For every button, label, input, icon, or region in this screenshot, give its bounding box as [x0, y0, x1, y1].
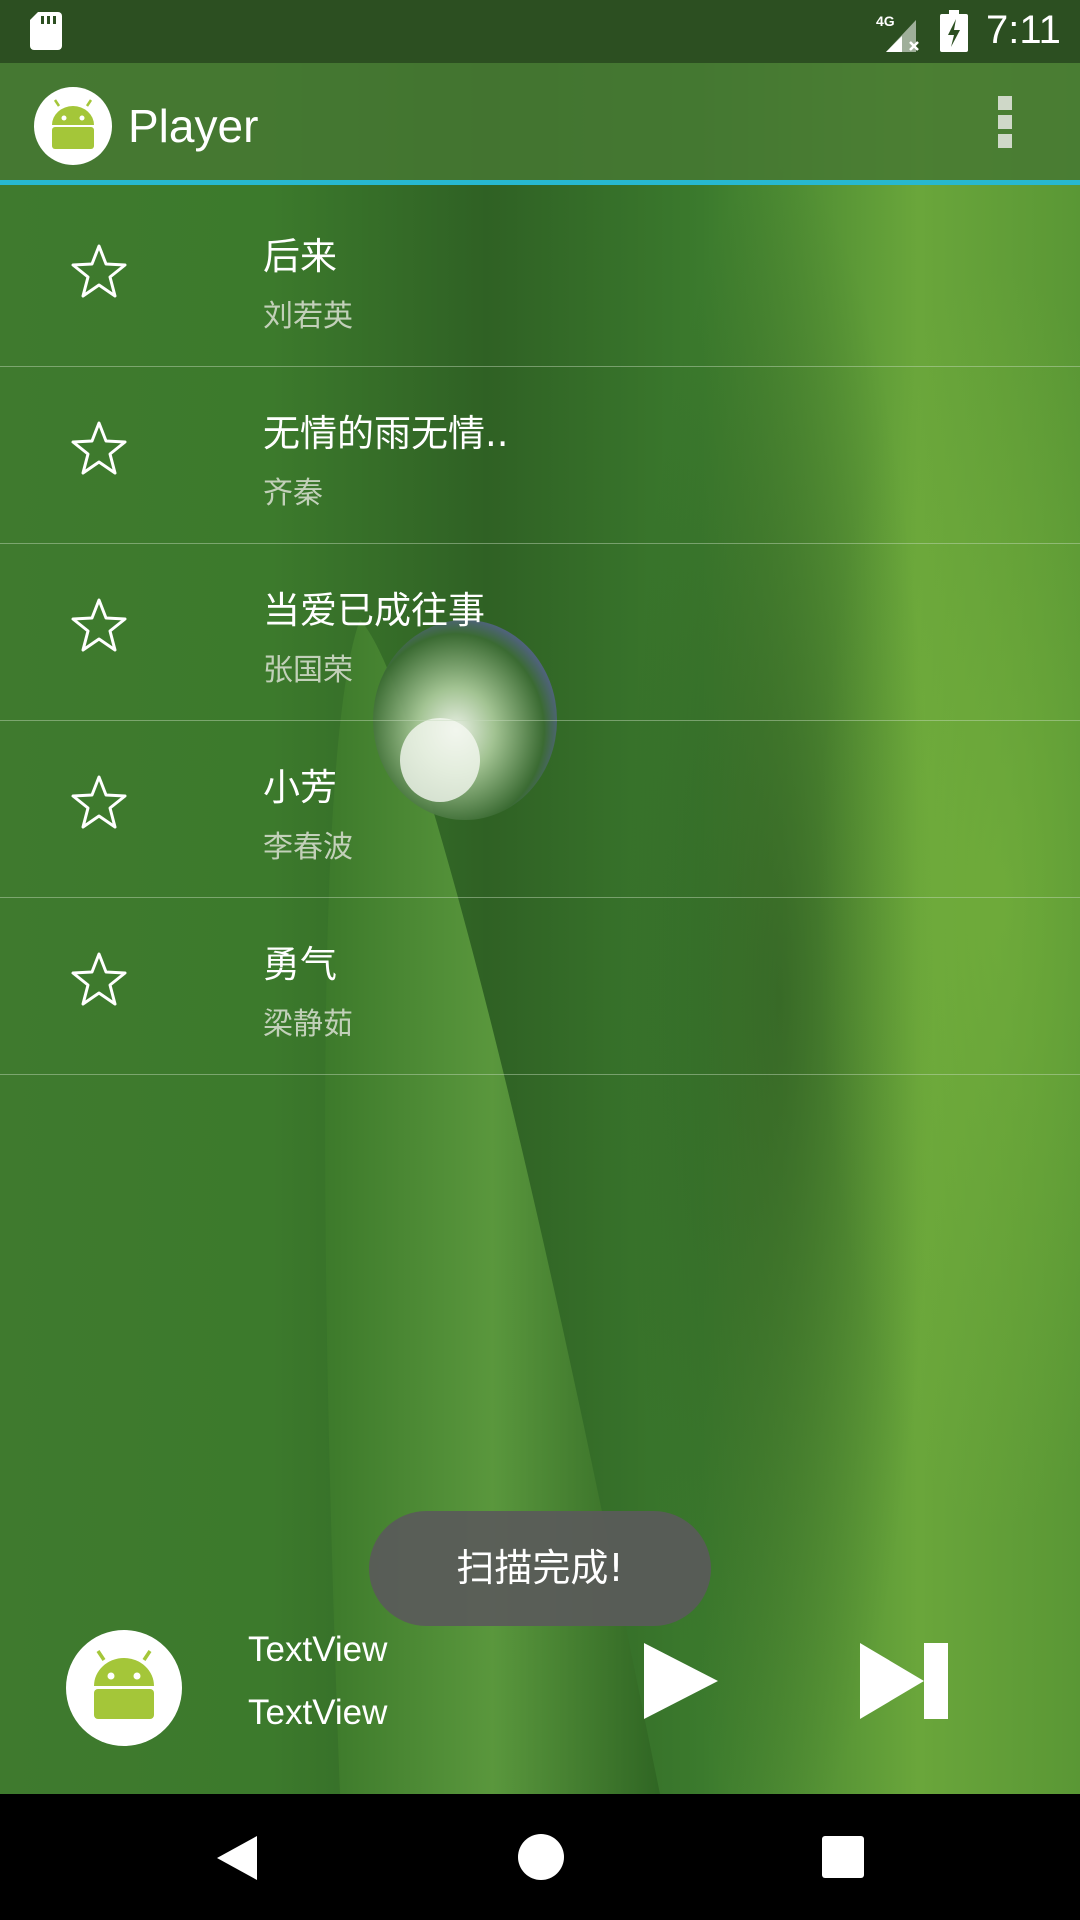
battery-charging-icon [940, 10, 968, 52]
skip-next-button[interactable] [858, 1641, 950, 1721]
song-artist: 刘若英 [263, 299, 353, 334]
song-title: 无情的雨无情.. [263, 412, 509, 455]
app-logo [34, 87, 112, 165]
app-title: Player [128, 100, 259, 152]
app-bar: Player [0, 63, 1080, 185]
song-artist: 张国荣 [263, 653, 353, 688]
song-title: 当爱已成往事 [263, 589, 485, 632]
song-artist: 李春波 [263, 830, 353, 865]
overflow-menu-button[interactable] [994, 96, 1016, 156]
song-title: 小芳 [263, 766, 337, 809]
skip-next-icon [860, 1643, 948, 1719]
list-item[interactable]: 后来 刘若英 [0, 190, 1080, 367]
song-artist: 齐秦 [263, 476, 323, 511]
list-item[interactable]: 当爱已成往事 张国荣 [0, 544, 1080, 721]
song-title: 勇气 [263, 943, 337, 986]
svg-text:4G: 4G [876, 13, 895, 29]
star-icon[interactable] [70, 420, 128, 478]
star-icon[interactable] [70, 597, 128, 655]
track-artist: TextView [248, 1693, 388, 1732]
list-item[interactable]: 无情的雨无情.. 齐秦 [0, 367, 1080, 544]
song-list: 后来 刘若英 无情的雨无情.. 齐秦 当爱已成往事 张国荣 小芳 李春波 勇气 … [0, 190, 1080, 1075]
overflow-menu-icon [998, 96, 1012, 110]
album-art[interactable] [66, 1630, 182, 1746]
star-icon[interactable] [70, 243, 128, 301]
song-artist: 梁静茹 [263, 1007, 353, 1042]
mini-player: TextView TextView [0, 1620, 1080, 1794]
home-icon[interactable] [518, 1834, 564, 1880]
recents-icon[interactable] [822, 1836, 864, 1878]
status-clock: 7:11 [986, 8, 1061, 52]
signal-4g-icon: 4G [876, 13, 919, 52]
list-item[interactable]: 勇气 梁静茹 [0, 898, 1080, 1075]
back-icon[interactable] [213, 1834, 259, 1882]
navigation-bar [0, 1794, 1080, 1920]
status-bar: 4G 7:11 [0, 0, 1080, 63]
toast-message: 扫描完成! [369, 1511, 711, 1626]
song-title: 后来 [263, 235, 337, 278]
play-icon [644, 1643, 718, 1719]
play-button[interactable] [640, 1641, 720, 1721]
android-icon [94, 1650, 154, 1719]
star-icon[interactable] [70, 774, 128, 832]
sd-card-icon [30, 12, 62, 50]
android-icon [52, 99, 94, 149]
list-item[interactable]: 小芳 李春波 [0, 721, 1080, 898]
track-title: TextView [248, 1630, 388, 1669]
star-icon[interactable] [70, 951, 128, 1009]
